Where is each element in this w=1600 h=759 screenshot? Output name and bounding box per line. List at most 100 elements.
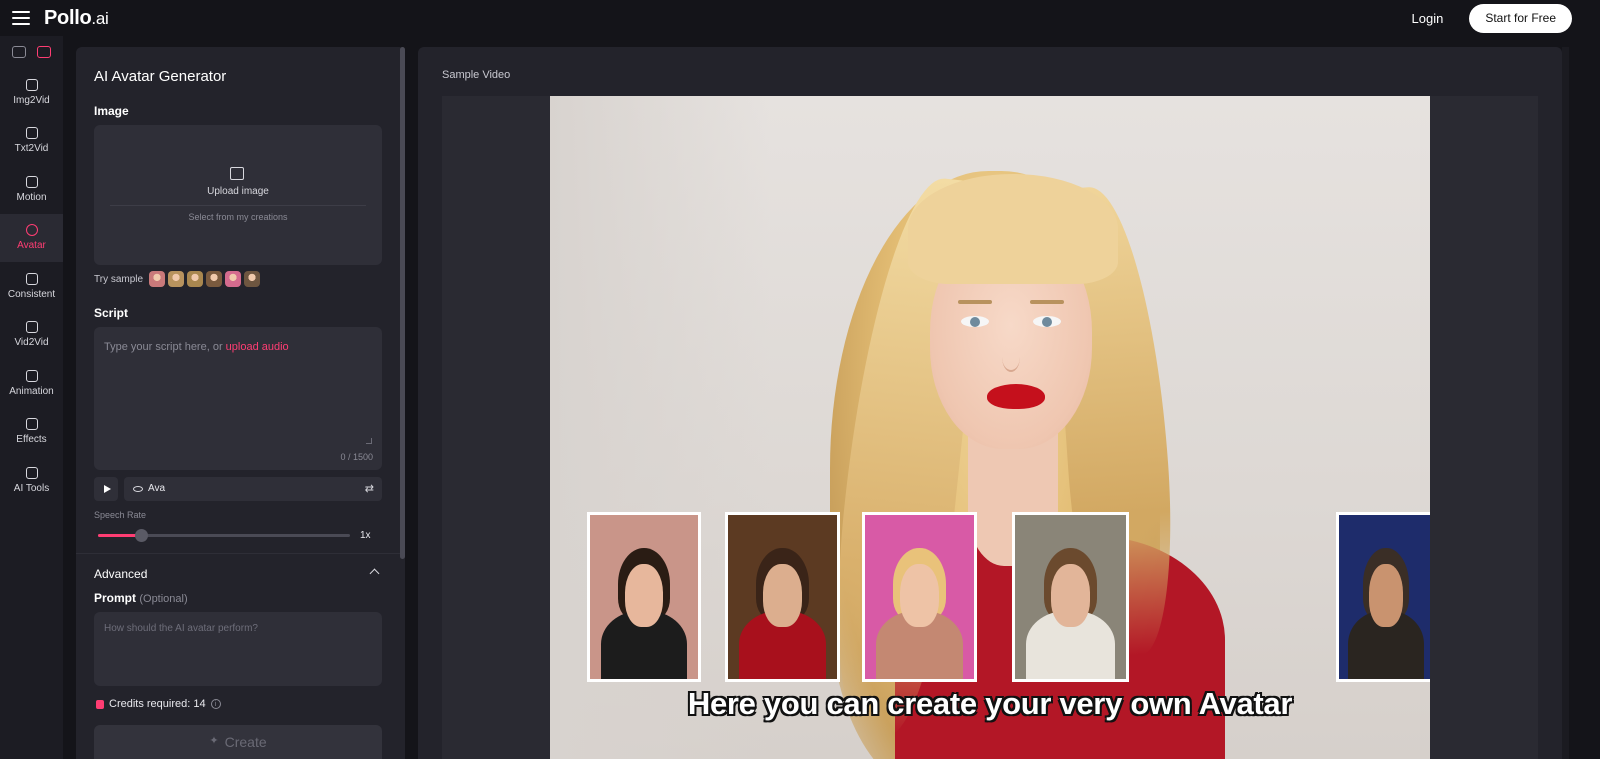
sample-video[interactable]: Here you can create your very own Avatar [550,96,1430,759]
start-for-free-button[interactable]: Start for Free [1469,3,1572,33]
logo[interactable]: Pollo.ai [44,6,109,30]
rail-item-vid2vid[interactable]: Vid2Vid [0,311,63,360]
script-textarea[interactable]: Type your script here, or upload audio 0… [94,327,382,470]
rail-item-ai-tools[interactable]: AI Tools [0,456,63,505]
switch-voice-icon[interactable]: ⇄ [365,482,374,495]
rail-item-label: Avatar [17,240,46,252]
try-sample-label: Try sample [94,273,144,285]
logo-main: Pollo [44,6,92,29]
txt2vid-icon [25,127,38,140]
sample-thumbnail[interactable] [149,271,166,287]
rail-item-label: AI Tools [13,482,50,494]
advanced-label[interactable]: Advanced [94,567,147,581]
speech-rate-knob[interactable] [134,529,148,542]
avatar-hair-top [908,174,1118,284]
avatar-example-card [587,512,701,682]
rail-item-motion[interactable]: Motion [0,165,63,214]
image-label: Image [94,104,129,118]
rail-item-label: Consistent [7,288,56,300]
chevron-up-icon[interactable] [369,568,380,579]
avatar-example-card [725,512,840,682]
avatar-eye [961,316,989,327]
rail-item-label: Motion [16,191,47,203]
upload-divider [110,205,366,206]
resize-handle[interactable] [366,438,372,444]
create-button[interactable]: ✦ Create [94,725,382,759]
char-counter: 0 / 1500 [340,452,373,462]
voice-select[interactable]: Ava ⇄ [124,477,382,501]
avatar-nose [1002,342,1020,372]
divider [76,553,405,554]
effects-icon [25,418,38,431]
sample-thumbnail[interactable] [187,271,204,287]
speech-rate-value: 1x [360,530,371,541]
sample-thumbnail[interactable] [206,271,223,287]
video-panel: Sample Video Here you can create your ve… [418,47,1562,759]
sparkle-icon: ✦ [209,735,219,747]
sample-thumbnail[interactable] [225,271,242,287]
animation-icon [25,369,38,382]
upload-image-icon [230,167,244,180]
ai-tools-icon [25,466,38,479]
video-title: Sample Video [442,69,511,81]
avatar-brow [1030,300,1064,304]
img2vid-icon [25,78,38,91]
sample-thumbnail[interactable] [168,271,185,287]
card-face [762,564,803,627]
avatar-icon [25,224,38,237]
script-label: Script [94,306,129,320]
rail-item-effects[interactable]: Effects [0,408,63,457]
left-rail: Img2Vid Txt2Vid Motion Avatar Consistent Vid2… [0,36,63,759]
speech-rate-slider[interactable] [98,529,350,542]
avatar-eye [1033,316,1061,327]
voice-icon [133,486,143,492]
credits-required: Credits required: 14 [109,698,206,710]
page-scrollbar[interactable] [1562,47,1569,759]
prompt-placeholder: How should the AI avatar perform? [104,623,258,634]
play-icon [103,485,111,493]
prompt-textarea[interactable]: How should the AI avatar perform? [94,612,382,686]
prompt-optional: (Optional) [139,593,188,605]
info-icon[interactable]: i [210,699,221,709]
speech-rate-label: Speech Rate [94,510,147,520]
card-face [1050,564,1091,627]
image-icon[interactable] [11,46,26,58]
vid2vid-icon [25,321,38,334]
rail-item-consistent[interactable]: Consistent [0,262,63,311]
menu-icon[interactable] [12,11,30,25]
sample-row: Try sample [94,271,261,287]
rail-item-label: Vid2Vid [14,337,49,349]
video-icon[interactable] [37,46,52,58]
image-upload-box[interactable]: Upload image Select from my creations [94,125,382,265]
script-placeholder: Type your script here, or upload audio [104,341,289,353]
select-from-creations-link[interactable]: Select from my creations [94,212,382,222]
prompt-label: Prompt (Optional) [94,591,188,605]
rail-item-label: Animation [9,385,54,397]
consistent-icon [25,272,38,285]
voice-preview-play-button[interactable] [94,477,118,501]
avatar-brow [958,300,992,304]
voice-name: Ava [148,483,166,494]
rail-item-label: Effects [16,434,47,446]
rail-item-img2vid[interactable]: Img2Vid [0,68,63,117]
rail-item-avatar[interactable]: Avatar [0,213,63,262]
upload-audio-link[interactable]: upload audio [226,341,289,353]
rail-item-animation[interactable]: Animation [0,359,63,408]
panel-scrollbar[interactable] [400,47,405,559]
motion-icon [25,175,38,188]
login-link[interactable]: Login [1412,11,1444,26]
video-area: Here you can create your very own Avatar [442,96,1538,759]
top-bar: Pollo.ai Login Start for Free [0,0,1600,36]
logo-suffix: .ai [91,8,109,28]
card-face [624,564,664,627]
avatar-example-card [862,512,977,682]
rail-item-label: Txt2Vid [14,143,49,155]
video-caption: Here you can create your very own Avatar [687,685,1294,722]
create-label: Create [224,734,267,750]
sample-thumbnail[interactable] [244,271,261,287]
rail-item-txt2vid[interactable]: Txt2Vid [0,117,63,166]
upload-image-label[interactable]: Upload image [94,186,382,197]
avatar-lips [987,384,1045,409]
generator-panel: AI Avatar Generator Image Upload image S… [76,47,405,759]
card-face [899,564,940,627]
